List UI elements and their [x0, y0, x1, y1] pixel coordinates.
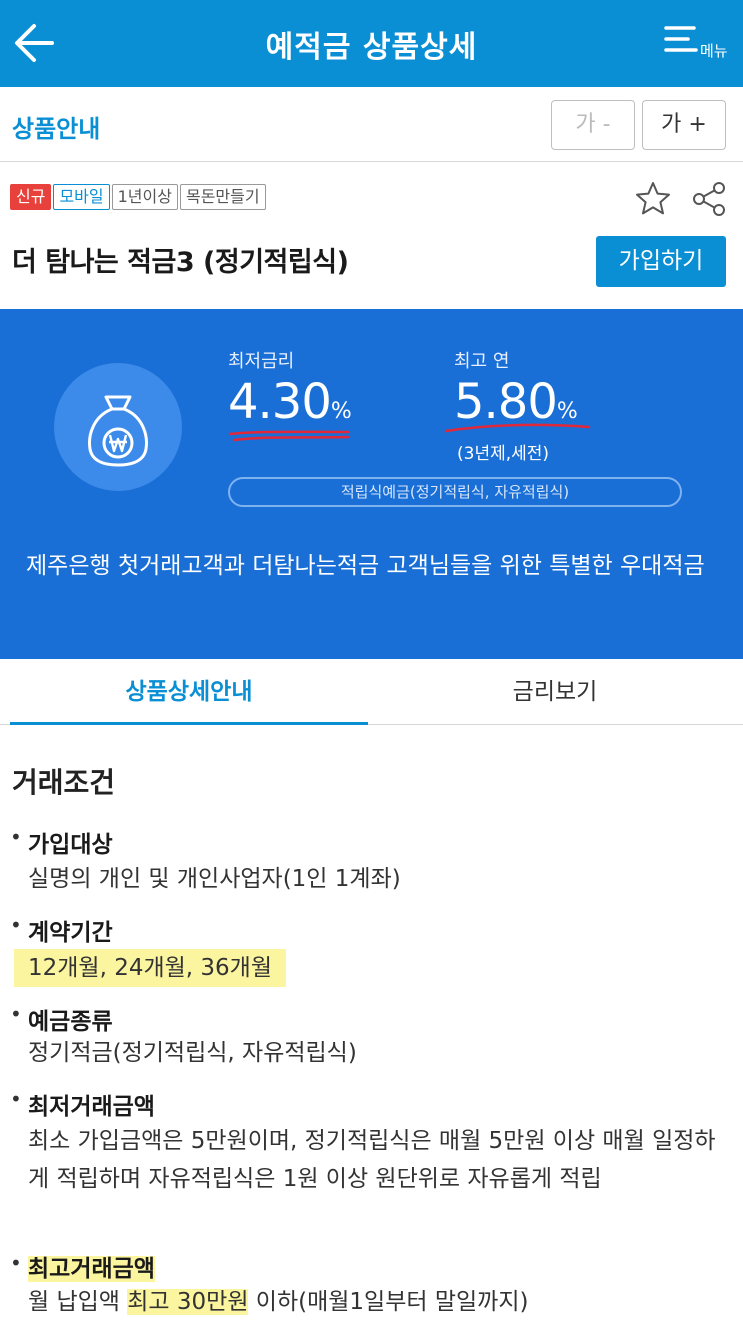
min-rate: 최저금리 4.30% — [228, 347, 352, 441]
font-increase-button[interactable]: 가 + — [642, 100, 726, 150]
star-icon — [636, 182, 670, 215]
tag-term: 1년이상 — [111, 184, 178, 210]
tab-product-detail[interactable]: 상품상세안내 — [10, 659, 368, 725]
font-decrease-button[interactable]: 가 - — [551, 100, 635, 150]
tab-rates[interactable]: 금리보기 — [376, 659, 734, 725]
money-bag-won-icon — [88, 395, 148, 467]
product-description: 제주은행 첫거래고객과 더탐나는적금 고객님들을 위한 특별한 우대적금 — [26, 553, 705, 579]
join-button[interactable]: 가입하기 — [596, 236, 726, 287]
bullet: • — [10, 1002, 22, 1026]
min-rate-unit: % — [330, 399, 352, 424]
item-text-max-amount: 월 납입액 최고 30만원 이하(매월1일부터 말일까지) — [28, 1283, 718, 1321]
bullet: • — [10, 1251, 22, 1275]
item-title-min-amount: 최저거래금액 — [28, 1094, 155, 1120]
section-title: 상품안내 — [12, 115, 101, 143]
bullet: • — [10, 1087, 22, 1111]
max-rate-label: 최고 연 — [454, 351, 510, 372]
section-bar: 상품안내 가 - 가 + — [0, 87, 743, 162]
product-type-pill: 적립식예금(정기적립식, 자유적립식) — [228, 477, 682, 507]
min-rate-label: 최저금리 — [228, 351, 295, 372]
app-header: 예적금 상품상세 메뉴 — [0, 0, 743, 87]
tag-mobile: 모바일 — [53, 184, 110, 210]
item-text-eligibility: 실명의 개인 및 개인사업자(1인 1계좌) — [28, 866, 401, 892]
menu-button[interactable]: 메뉴 — [662, 20, 738, 66]
item-title-deposit-type: 예금종류 — [28, 1009, 113, 1035]
detail-tabs: 상품상세안내 금리보기 — [0, 659, 743, 725]
item-text-deposit-type: 정기적금(정기적립식, 자유적립식) — [28, 1040, 357, 1066]
page-title: 예적금 상품상세 — [265, 30, 478, 65]
item-text-min-amount: 최소 가입금액은 5만원이며, 정기적립식은 매월 5만원 이상 매월 일정하게… — [28, 1128, 716, 1192]
tag-new: 신규 — [10, 184, 52, 210]
rate-info-panel: 최저금리 4.30% 최고 연 5.80% (3년제,세전) 적립식예금(정기적… — [0, 309, 743, 659]
max-amount-text-highlight: 최고 30만원 — [127, 1289, 249, 1315]
product-icon-circle — [54, 363, 182, 491]
min-rate-value: 4.30 — [228, 374, 332, 430]
menu-label: 메뉴 — [700, 42, 728, 60]
favorite-button[interactable] — [634, 180, 672, 218]
product-tags: 신규 모바일 1년이상 목돈만들기 — [10, 184, 268, 212]
max-rate-underline — [444, 423, 591, 433]
bullet: • — [10, 913, 22, 937]
product-name: 더 탐나는 적금3 (정기적립식) — [12, 247, 349, 278]
item-text-term: 12개월, 24개월, 36개월 — [14, 949, 287, 987]
item-title-max-amount: 최고거래금액 — [28, 1249, 155, 1283]
hamburger-menu-icon — [664, 26, 698, 52]
item-title-term: 계약기간 — [28, 920, 113, 946]
bullet: • — [10, 825, 22, 849]
max-amount-text-before: 월 납입액 — [28, 1289, 128, 1315]
item-title-max-amount-text: 최고거래금액 — [28, 1256, 155, 1282]
min-rate-underline — [228, 430, 350, 442]
item-title-eligibility: 가입대상 — [28, 832, 113, 858]
max-amount-text-after: 이하(매월1일부터 말일까지) — [248, 1289, 529, 1315]
content-title: 거래조건 — [12, 766, 116, 799]
share-button[interactable] — [690, 180, 728, 218]
tag-category: 목돈만들기 — [179, 184, 266, 210]
share-icon — [693, 182, 725, 216]
max-rate-note: (3년제,세전) — [457, 444, 550, 464]
